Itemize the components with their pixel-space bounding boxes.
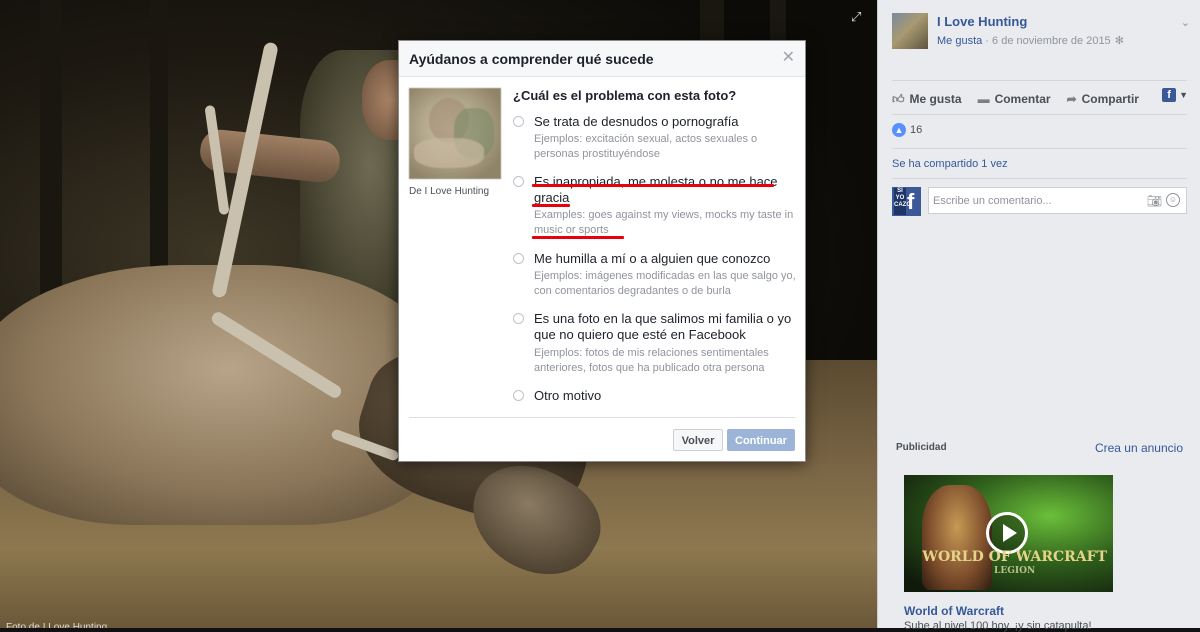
camera-icon[interactable]: 📷︎: [1147, 194, 1162, 208]
ad-logo-subtext: LEGION: [994, 566, 1036, 576]
radio-button[interactable]: [513, 176, 524, 187]
reactions-summary[interactable]: ▲ 16: [892, 123, 922, 137]
comment-button[interactable]: ▬ Comentar: [978, 90, 1051, 108]
option-label: Otro motivo: [534, 388, 602, 403]
privacy-gear-icon[interactable]: ✻: [1115, 34, 1124, 47]
comment-box[interactable]: 📷︎ ☺: [928, 187, 1187, 214]
post-meta: Me gusta · 6 de noviembre de 2015 ✻: [937, 34, 1124, 47]
dialog-footer-divider: [409, 417, 795, 418]
ad-logo-text: WORLD OF WARCRAFT: [922, 549, 1107, 565]
comment-button-label: Comentar: [994, 92, 1051, 106]
share-button[interactable]: ➦ Compartir: [1067, 90, 1139, 108]
create-ad-link[interactable]: Crea un anuncio: [1095, 441, 1183, 455]
page-like-link[interactable]: Me gusta: [937, 35, 982, 47]
chevron-down-icon[interactable]: ⌄: [1181, 16, 1190, 29]
page-avatar[interactable]: [892, 13, 928, 49]
photo-caption: Foto de I Love Hunting: [6, 622, 108, 628]
like-reaction-icon: ▲: [892, 123, 906, 137]
photo-sidebar: I Love Hunting Me gusta · 6 de noviembre…: [877, 0, 1200, 632]
meta-separator: ·: [982, 35, 993, 47]
shares-link[interactable]: Se ha compartido 1 vez: [892, 158, 1008, 170]
option-label: Me humilla a mí o a alguien que conozco: [534, 251, 771, 266]
ad-game-logo: WORLD OF WARCRAFT LEGION: [922, 550, 1107, 578]
continue-button[interactable]: Continuar: [727, 429, 795, 451]
reactions-count: 16: [910, 124, 923, 136]
caret-down-icon: ▼: [1179, 90, 1188, 100]
back-button[interactable]: Volver: [673, 429, 723, 451]
divider: [892, 178, 1187, 179]
page-name-link[interactable]: I Love Hunting: [937, 14, 1027, 29]
dialog-title: Ayúdanos a comprender qué sucede: [409, 51, 654, 67]
red-underline-annotation: [532, 236, 624, 239]
thumbnail-caption: De I Love Hunting: [409, 186, 490, 197]
expand-icon[interactable]: ⤢: [851, 10, 865, 24]
ad-description: Sube al nivel 100 hoy. ¡y sin catapulta!: [904, 620, 1092, 632]
option-label: Se trata de desnudos o pornografía: [534, 114, 739, 129]
option-example: Ejemplos: excitación sexual, actos sexua…: [534, 133, 758, 160]
radio-button[interactable]: [513, 116, 524, 127]
share-as-page-selector[interactable]: f ▼: [1162, 88, 1188, 102]
divider: [892, 80, 1187, 81]
facebook-icon: f: [1162, 88, 1177, 102]
divider: [892, 114, 1187, 115]
report-dialog: Ayúdanos a comprender qué sucede ✕ De I …: [398, 40, 806, 462]
share-arrow-icon: ➦: [1066, 92, 1077, 106]
radio-button[interactable]: [513, 313, 524, 324]
play-icon[interactable]: [986, 512, 1028, 554]
radio-button[interactable]: [513, 390, 524, 401]
thumbs-up-icon: 👍︎: [892, 91, 905, 106]
speech-bubble-icon: ▬: [977, 92, 990, 106]
photo-tree: [150, 0, 168, 300]
post-date[interactable]: 6 de noviembre de 2015: [992, 35, 1111, 47]
commenter-avatar-text: SI YO CAZO: [894, 188, 911, 215]
divider: [892, 148, 1187, 149]
ad-title-link[interactable]: World of Warcraft: [904, 604, 1004, 618]
option-label: Es una foto en la que salimos mi familia…: [534, 311, 792, 342]
reported-photo-thumbnail: [409, 88, 501, 179]
share-button-label: Compartir: [1081, 92, 1139, 106]
ad-video-thumbnail[interactable]: WORLD OF WARCRAFT LEGION: [904, 475, 1113, 592]
photo-tree: [40, 0, 62, 330]
option-example: Examples: goes against my views, mocks m…: [534, 209, 794, 236]
facebook-logo-icon: f: [907, 189, 915, 214]
close-icon[interactable]: ✕: [782, 49, 795, 67]
commenter-avatar: SI YO CAZO f: [892, 187, 921, 216]
dialog-header: Ayúdanos a comprender qué sucede ✕: [399, 41, 805, 77]
radio-button[interactable]: [513, 253, 524, 264]
option-example: Ejemplos: imágenes modificadas en las qu…: [534, 270, 796, 297]
emoji-icon[interactable]: ☺: [1166, 193, 1180, 207]
comment-input[interactable]: [929, 188, 1137, 213]
option-label: Es inapropiada, me molesta o no me hace …: [534, 174, 778, 205]
red-underline-annotation: [532, 204, 570, 207]
dialog-question: ¿Cuál es el problema con esta foto?: [513, 88, 737, 103]
like-button-label: Me gusta: [909, 92, 962, 106]
ads-heading: Publicidad: [896, 442, 947, 453]
red-underline-annotation: [532, 184, 774, 187]
option-example: Ejemplos: fotos de mis relaciones sentim…: [534, 347, 769, 374]
post-actions: 👍︎ Me gusta ▬ Comentar ➦ Compartir: [892, 90, 1139, 108]
like-button[interactable]: 👍︎ Me gusta: [892, 90, 962, 108]
